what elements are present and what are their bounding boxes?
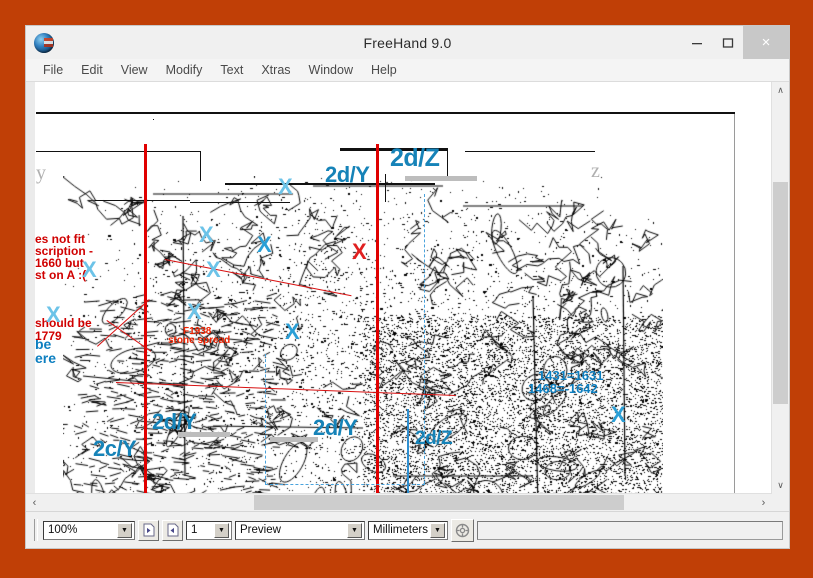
chevron-down-icon[interactable]: ▼ — [214, 522, 229, 538]
page-number-combobox[interactable]: 1 ▼ — [186, 520, 232, 540]
view-mode-combobox[interactable]: Preview ▼ — [235, 520, 365, 540]
previous-page-button[interactable] — [138, 519, 159, 541]
label-2d-y-top: 2d/Y — [325, 162, 370, 187]
units-combobox[interactable]: Millimeters ▼ — [368, 520, 448, 540]
status-message-field — [477, 520, 783, 540]
x-mark-2: X — [199, 222, 214, 247]
scroll-left-button[interactable]: ‹ — [26, 494, 43, 511]
next-page-icon — [167, 523, 179, 537]
title-bar: FreeHand 9.0 × — [26, 26, 789, 59]
vertical-scrollbar[interactable]: ∧ ∨ — [771, 82, 789, 494]
x-mark-5: X — [82, 257, 97, 282]
menu-item-modify[interactable]: Modify — [157, 59, 212, 81]
axis-label-z: z — [591, 160, 600, 182]
label-2d-y-right: 2d/Y — [313, 415, 358, 440]
desktop-background: FreeHand 9.0 × File Edit View Modify Tex… — [0, 0, 813, 578]
page-tick-4 — [385, 174, 386, 202]
close-icon: × — [761, 34, 771, 51]
plan-raster — [63, 176, 663, 494]
scrollbar-corner — [772, 494, 789, 511]
document-area: y z 2d/Y 2d/Z 2d/Y 2c/Y 2d/Y 2d/Z 1431=1… — [26, 82, 789, 511]
note-red-line-4: st on A :( — [35, 268, 87, 282]
menu-item-xtras[interactable]: Xtras — [252, 59, 299, 81]
x-mark-8: X — [285, 319, 300, 344]
label-2d-y-mid: 2d/Y — [152, 409, 197, 434]
chevron-down-icon[interactable]: ▼ — [347, 522, 362, 538]
status-bar: 100% ▼ 1 ▼ Preview ▼ Millimeters ▼ — [26, 511, 789, 548]
canvas-viewport[interactable]: y z 2d/Y 2d/Z 2d/Y 2c/Y 2d/Y 2d/Z 1431=1… — [26, 82, 772, 494]
label-2c-y: 2c/Y — [93, 436, 137, 461]
guide-line-red-left — [144, 144, 147, 494]
minimize-button[interactable] — [681, 26, 712, 59]
scale-bar-3 — [270, 437, 318, 442]
minimize-icon — [691, 42, 702, 44]
x-mark-1: X — [278, 174, 293, 199]
maximize-icon — [722, 37, 733, 48]
status-bar-grip — [34, 519, 38, 541]
menu-item-window[interactable]: Window — [300, 59, 362, 81]
window-title: FreeHand 9.0 — [363, 34, 452, 51]
scale-bar-1 — [405, 176, 477, 181]
scroll-down-button[interactable]: ∨ — [772, 477, 789, 494]
vertical-scrollbar-thumb[interactable] — [773, 182, 788, 404]
pasteboard-left-margin — [26, 82, 35, 494]
note-1468-1642: 1468=-1642 — [528, 381, 598, 396]
scroll-up-button[interactable]: ∧ — [772, 82, 789, 99]
animation-wheel-icon — [455, 523, 470, 537]
zoom-level-value: 100% — [48, 524, 78, 536]
page-rule-6 — [465, 151, 595, 152]
x-mark-6: X — [352, 239, 367, 264]
next-page-button[interactable] — [162, 519, 183, 541]
horizontal-scrollbar-thumb[interactable] — [254, 495, 624, 510]
window-controls: × — [681, 26, 789, 59]
page-rule-2 — [95, 200, 190, 201]
zoom-level-combobox[interactable]: 100% ▼ — [43, 520, 135, 540]
x-mark-10: X — [46, 302, 61, 327]
x-mark-7: X — [187, 299, 202, 324]
chevron-down-icon[interactable]: ▼ — [117, 522, 132, 538]
menu-bar: File Edit View Modify Text Xtras Window … — [26, 59, 789, 82]
menu-item-text[interactable]: Text — [211, 59, 252, 81]
menu-item-edit[interactable]: Edit — [72, 59, 112, 81]
menu-item-file[interactable]: File — [34, 59, 72, 81]
freehand-app-icon — [34, 32, 54, 53]
guide-solid-vertical — [407, 409, 409, 494]
label-2d-z-top: 2d/Z — [390, 144, 440, 172]
view-mode-value: Preview — [240, 524, 281, 536]
close-button[interactable]: × — [743, 26, 789, 59]
scroll-right-button[interactable]: › — [755, 494, 772, 511]
page-rule-1 — [36, 151, 201, 152]
menu-item-help[interactable]: Help — [362, 59, 406, 81]
page-number-value: 1 — [191, 524, 198, 536]
units-value: Millimeters — [373, 524, 428, 536]
horizontal-scrollbar[interactable]: ‹ › — [26, 493, 772, 511]
x-mark-4: X — [206, 257, 221, 282]
axis-label-y: y — [36, 162, 46, 184]
x-mark-3: X — [257, 232, 272, 257]
page-rule-3 — [190, 202, 290, 203]
document-page[interactable]: y z 2d/Y 2d/Z 2d/Y 2c/Y 2d/Y 2d/Z 1431=1… — [35, 114, 735, 494]
animation-button[interactable] — [451, 518, 474, 542]
previous-page-icon — [143, 523, 155, 537]
guide-line-red-right — [376, 144, 379, 494]
site-plan-artwork — [63, 176, 663, 494]
page-rule-7 — [153, 119, 154, 120]
page-tick-1 — [200, 151, 201, 181]
maximize-button[interactable] — [712, 26, 743, 59]
feature-label-stone-spread: stone spread — [168, 335, 231, 346]
guide-dash-horizontal — [265, 484, 425, 485]
x-mark-9: X — [611, 402, 626, 427]
guide-dash-vertical-left — [265, 354, 266, 484]
menu-item-view[interactable]: View — [112, 59, 157, 81]
page-tick-2 — [447, 151, 448, 179]
note-red-1779: 1779 — [35, 329, 62, 343]
note-left-ere: ere — [35, 350, 57, 366]
label-2d-z-bottom: 2d/Z — [415, 428, 453, 449]
freehand-application-window: FreeHand 9.0 × File Edit View Modify Tex… — [25, 25, 790, 549]
chevron-down-icon[interactable]: ▼ — [430, 522, 445, 538]
